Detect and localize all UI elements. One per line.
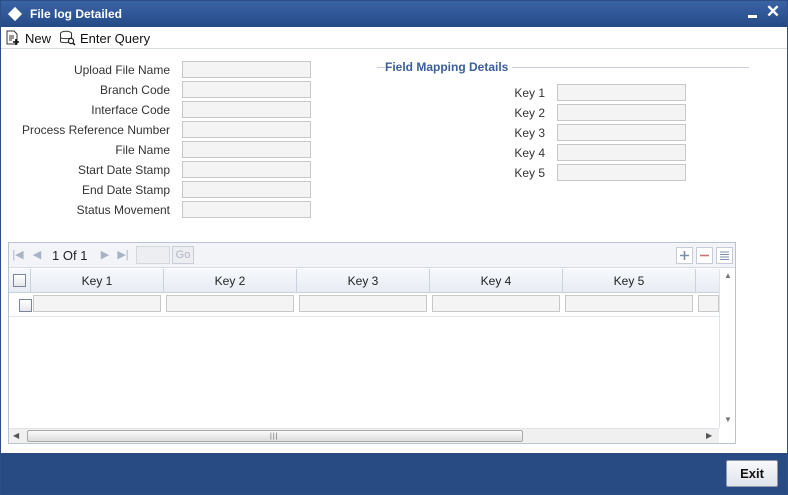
process-reference-number-label: Process Reference Number [21,123,170,137]
key-2-field[interactable] [557,104,686,121]
column-header-key-2[interactable]: Key 2 [164,269,297,293]
delete-row-button[interactable] [696,247,713,264]
row-checkbox[interactable] [19,299,32,312]
previous-page-icon[interactable]: ◀ [31,248,43,262]
grid-toolbar: |◀ ◀ 1 Of 1 ▶ ▶| Go [9,243,735,268]
file-log-detailed-window: File log Detailed ✕ New Enter Query Uplo… [0,0,788,495]
window-title: File log Detailed [30,7,123,21]
key-4-field[interactable] [557,144,686,161]
row-key-4-cell[interactable] [432,295,560,312]
grid-header: Key 1 Key 2 Key 3 Key 4 Key 5 [9,269,719,293]
interface-code-label: Interface Code [91,103,170,117]
go-button[interactable]: Go [172,246,194,264]
horizontal-scrollbar[interactable]: ◀ ||| ▶ [9,428,719,443]
page-current: 1 [52,248,60,263]
scroll-right-arrow-icon[interactable]: ▶ [706,431,712,440]
window-diamond-icon [7,6,23,22]
file-name-field[interactable] [182,141,311,158]
page-number-input[interactable] [136,246,170,264]
last-page-icon[interactable]: ▶| [117,248,129,262]
next-page-icon[interactable]: ▶ [99,248,111,262]
end-date-stamp-field[interactable] [182,181,311,198]
scroll-down-arrow-icon[interactable]: ▼ [723,415,733,425]
close-icon[interactable]: ✕ [765,3,781,21]
key-5-label: Key 5 [514,166,545,180]
table-row [9,293,719,317]
column-header-key-3[interactable]: Key 3 [297,269,430,293]
key-5-field[interactable] [557,164,686,181]
key-3-label: Key 3 [514,126,545,140]
toolbar: New Enter Query [1,27,787,49]
select-all-checkbox[interactable] [13,274,26,287]
scroll-grip-icon: ||| [270,433,279,440]
file-name-label: File Name [115,143,170,157]
upload-file-name-label: Upload File Name [73,63,170,77]
enter-query-label: Enter Query [80,30,151,46]
column-header-key-4[interactable]: Key 4 [430,269,563,293]
start-date-stamp-field[interactable] [182,161,311,178]
title-bar: File log Detailed ✕ [1,1,787,27]
enter-query-button[interactable]: Enter Query [59,29,150,47]
start-date-stamp-label: Start Date Stamp [77,163,170,177]
single-record-view-button[interactable] [716,247,733,264]
row-key-1-cell[interactable] [33,295,161,312]
scroll-left-arrow-icon[interactable]: ◀ [13,431,19,440]
minus-icon [700,254,709,257]
interface-code-field[interactable] [182,101,311,118]
status-movement-label: Status Movement [76,203,170,217]
key-2-label: Key 2 [514,106,545,120]
scroll-up-arrow-icon[interactable]: ▲ [723,271,733,281]
row-extra-cell [698,295,719,312]
select-all-cell [9,269,31,293]
status-movement-field[interactable] [182,201,311,218]
vertical-scrollbar[interactable]: ▲ ▼ [719,269,735,428]
new-button-label: New [25,30,52,46]
row-key-5-cell[interactable] [565,295,693,312]
key-4-label: Key 4 [514,146,545,160]
key-1-label: Key 1 [514,86,545,100]
column-header-key-1[interactable]: Key 1 [31,269,164,293]
footer-bar: Exit [1,453,787,494]
upload-file-name-field[interactable] [182,61,311,78]
end-date-stamp-label: End Date Stamp [81,183,170,197]
new-document-icon [6,30,19,45]
add-row-button[interactable] [676,247,693,264]
horizontal-scroll-thumb[interactable]: ||| [27,430,523,442]
database-query-icon [60,30,76,46]
branch-code-field[interactable] [182,81,311,98]
page-of-label: Of [62,248,77,263]
page-indicator: 1 Of 1 [52,248,87,263]
first-page-icon[interactable]: |◀ [12,248,24,262]
keys-grid: |◀ ◀ 1 Of 1 ▶ ▶| Go Key 1 Key 2 Key 3 Ke… [8,242,736,444]
exit-button[interactable]: Exit [726,460,778,487]
plus-icon [680,251,689,260]
branch-code-label: Branch Code [99,83,170,97]
row-key-3-cell[interactable] [299,295,427,312]
list-icon [720,251,729,260]
page-total: 1 [80,248,88,263]
minimize-icon[interactable] [746,8,760,20]
field-mapping-legend: Field Mapping Details [385,60,513,74]
new-button[interactable]: New [5,29,51,47]
key-1-field[interactable] [557,84,686,101]
column-header-key-5[interactable]: Key 5 [563,269,696,293]
key-3-field[interactable] [557,124,686,141]
process-reference-number-field[interactable] [182,121,311,138]
row-key-2-cell[interactable] [166,295,294,312]
